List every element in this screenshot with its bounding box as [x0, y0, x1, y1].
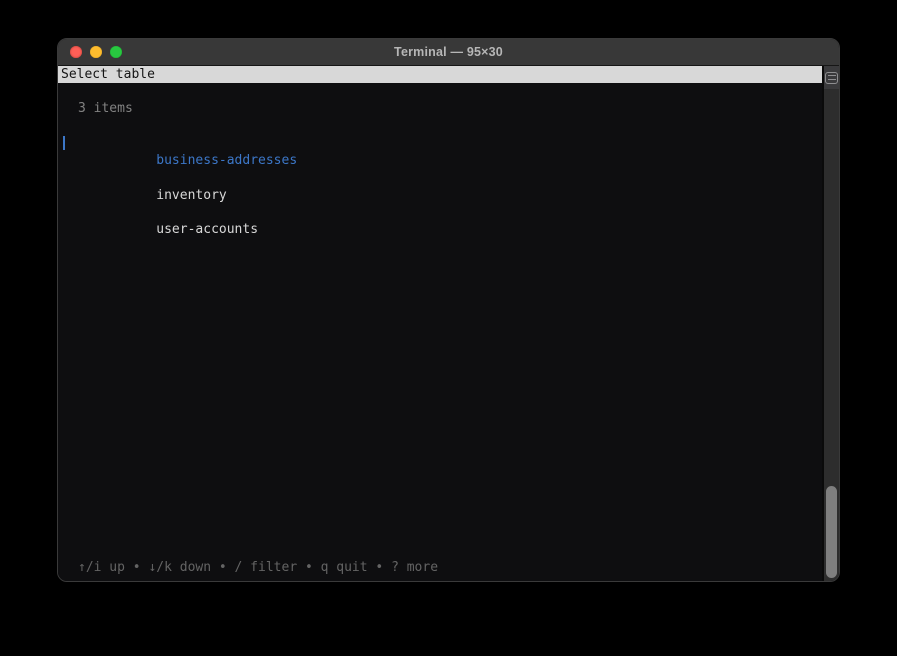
- tui-title-bar: Select table: [58, 66, 822, 83]
- help-bar: ↑/i up • ↓/k down • / filter • q quit • …: [58, 559, 822, 576]
- close-button[interactable]: [70, 46, 82, 58]
- list-item-user-accounts[interactable]: user-accounts: [58, 204, 822, 221]
- terminal-content: Select table 3 items business-addresses …: [58, 66, 839, 581]
- empty-terminal-area: [58, 221, 822, 559]
- scrollbar[interactable]: [822, 66, 839, 581]
- terminal-window: Terminal — 95×30 Select table 3 items bu…: [57, 38, 840, 582]
- list-item-inventory[interactable]: inventory: [58, 169, 822, 186]
- traffic-lights: [70, 39, 122, 65]
- zoom-button[interactable]: [110, 46, 122, 58]
- desktop-background: Terminal — 95×30 Select table 3 items bu…: [0, 0, 897, 656]
- window-title: Terminal — 95×30: [58, 45, 839, 59]
- scrollback-marker[interactable]: [824, 66, 839, 89]
- tui-list-view: Select table 3 items business-addresses …: [58, 66, 822, 581]
- minimize-button[interactable]: [90, 46, 102, 58]
- list-item-business-addresses[interactable]: business-addresses: [58, 135, 822, 152]
- list-item-label: user-accounts: [156, 222, 258, 237]
- scrollback-marker-icon: [825, 72, 838, 84]
- list-item-label: business-addresses: [156, 153, 297, 168]
- selection-cursor-bar: [63, 136, 65, 150]
- items-count: 3 items: [58, 100, 822, 117]
- titlebar[interactable]: Terminal — 95×30: [58, 39, 839, 66]
- scrollbar-thumb[interactable]: [826, 486, 837, 578]
- list-item-label: inventory: [156, 188, 226, 203]
